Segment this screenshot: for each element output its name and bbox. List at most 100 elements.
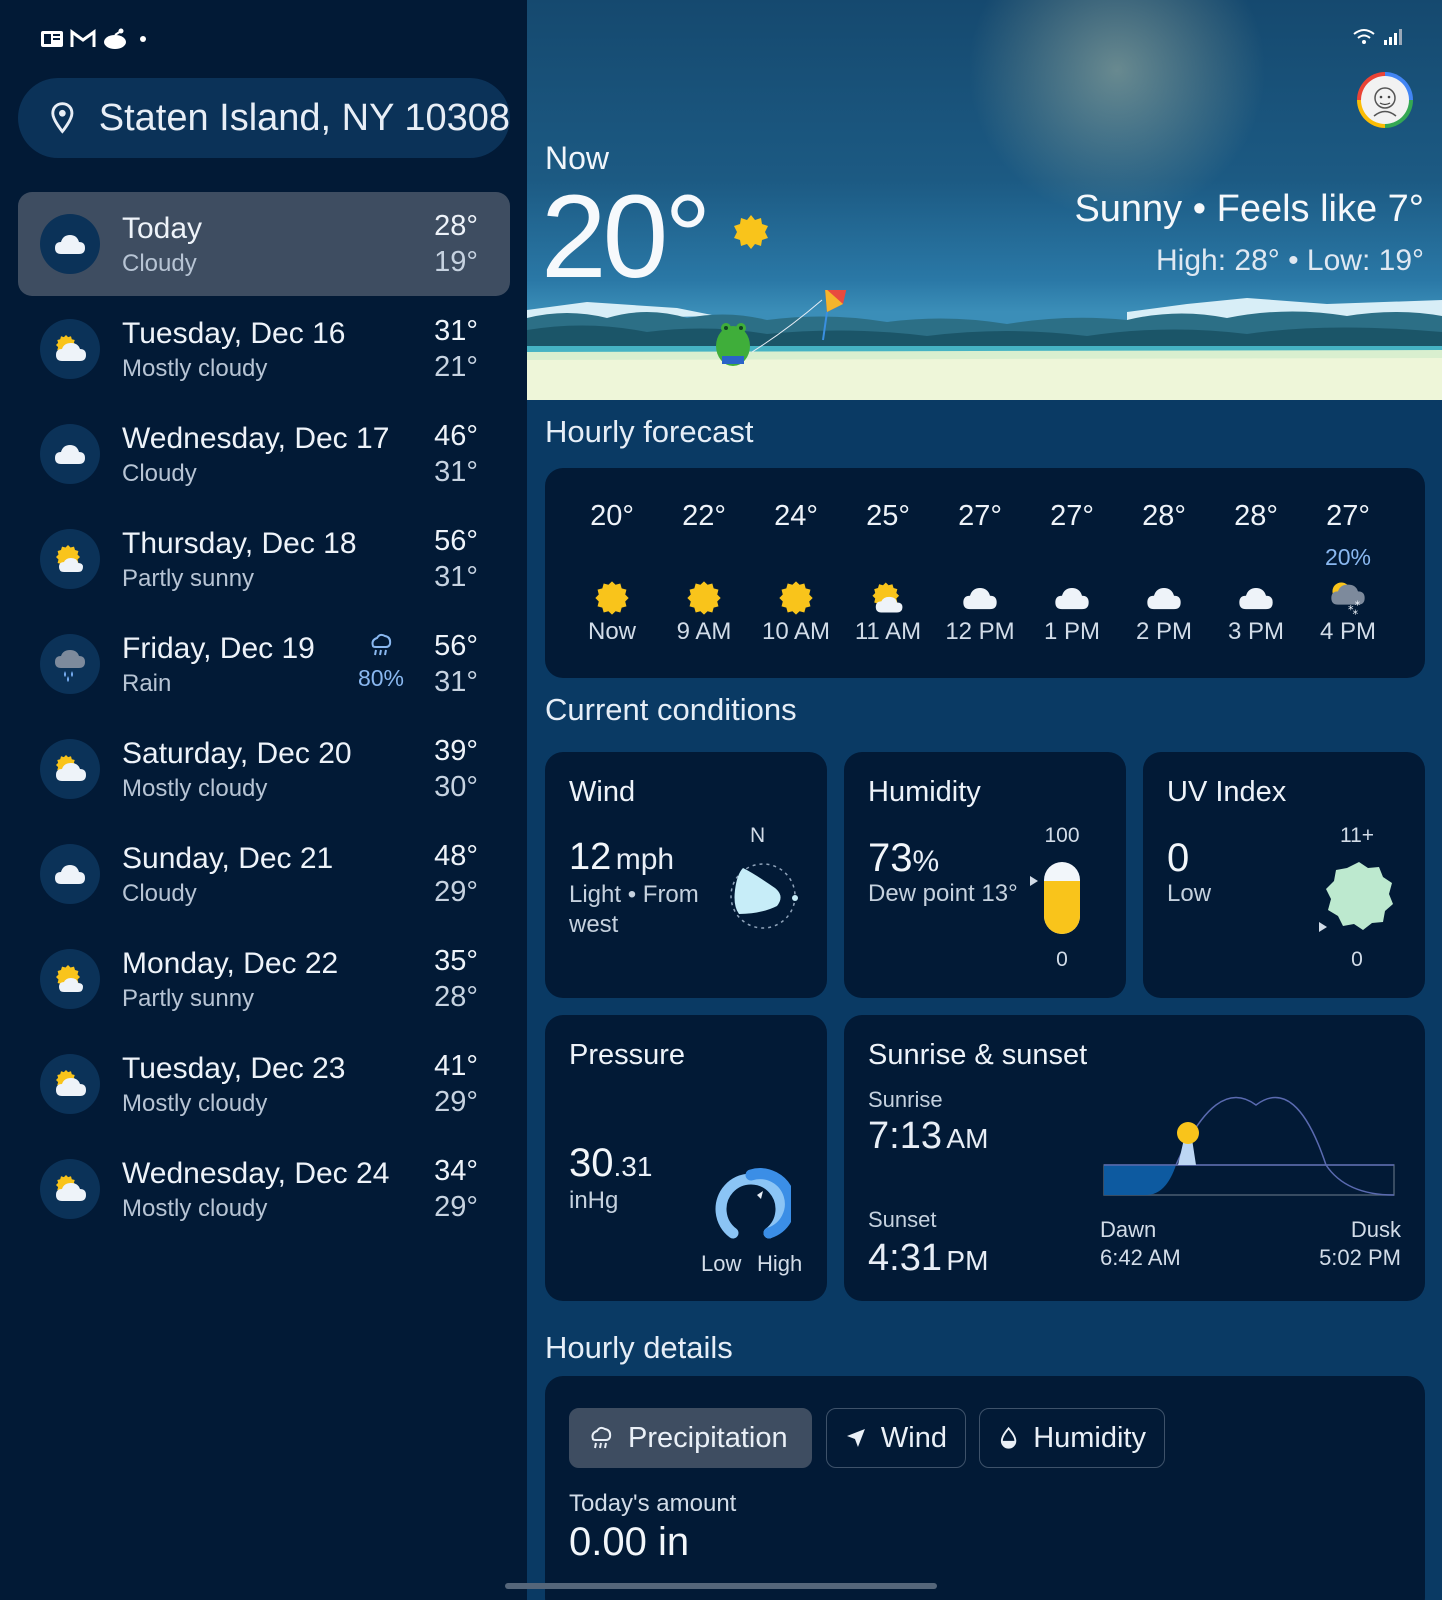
day-high: 46° (434, 420, 478, 452)
hourly-item[interactable]: 22° 9 AM (659, 468, 749, 678)
location-search-bar[interactable]: Staten Island, NY 10308 (18, 78, 510, 158)
system-status-right (1353, 28, 1403, 46)
day-low: 30° (434, 771, 478, 803)
hourly-time: 10 AM (761, 618, 831, 645)
hourly-item[interactable]: 27° 12 PM (935, 468, 1025, 678)
avatar-face-icon (1373, 87, 1397, 117)
sun-arc-chart (1103, 1096, 1395, 1196)
current-weather-hero: Now 20° Sunny • Feels like 7° High: 28° … (527, 0, 1442, 400)
uv-level: Low (1167, 880, 1212, 907)
hourly-item[interactable]: 24° 10 AM (751, 468, 841, 678)
navigation-arrow-icon (846, 1429, 865, 1447)
day-high: 39° (434, 735, 478, 767)
day-high: 56° (434, 630, 478, 662)
day-name: Saturday, Dec 20 (122, 737, 352, 770)
notification-dot-icon (140, 36, 146, 42)
wifi-icon (1353, 29, 1375, 44)
pressure-decimal: .31 (613, 1151, 653, 1182)
mostly-cloudy-icon (40, 1159, 100, 1219)
day-row[interactable]: Wednesday, Dec 17 Cloudy 46° 31° (18, 402, 510, 506)
day-row[interactable]: Sunday, Dec 21 Cloudy 48° 29° (18, 822, 510, 926)
day-condition: Cloudy (122, 460, 197, 487)
day-row[interactable]: Thursday, Dec 18 Partly sunny 56° 31° (18, 507, 510, 611)
humidity-min-label: 0 (1056, 948, 1068, 971)
compass-north-label: N (750, 824, 766, 847)
day-row[interactable]: Wednesday, Dec 24 Mostly cloudy 34° 29° (18, 1137, 510, 1241)
dawn-time: 6:42 AM (1100, 1245, 1181, 1270)
sun-glow (967, 0, 1267, 220)
hourly-details-card: Precipitation Wind Humidity Today's amou… (545, 1376, 1425, 1600)
day-condition: Cloudy (122, 250, 197, 277)
hourly-temp: 27° (1050, 500, 1094, 532)
day-low: 29° (434, 1191, 478, 1223)
hourly-temp: 25° (866, 500, 910, 532)
hourly-item[interactable]: 27° 1 PM (1027, 468, 1117, 678)
day-name: Wednesday, Dec 24 (122, 1157, 390, 1190)
wind-card[interactable]: Wind 12 mph Light • From west N (545, 752, 827, 998)
day-row[interactable]: Saturday, Dec 20 Mostly cloudy 39° 30° (18, 717, 510, 821)
hourly-time: 12 PM (945, 618, 1015, 645)
hourly-item[interactable]: 28° 3 PM (1211, 468, 1301, 678)
dusk-time: 5:02 PM (1319, 1245, 1401, 1270)
day-condition: Partly sunny (122, 985, 255, 1012)
hourly-temp: 24° (774, 500, 818, 532)
rain-icon (40, 634, 100, 694)
gmail-icon (70, 29, 96, 47)
sunrise-sunset-card[interactable]: Sunrise & sunset Sunrise 7:13 AM Sunset … (844, 1015, 1425, 1301)
account-avatar[interactable] (1357, 72, 1413, 128)
cloudy-icon (1236, 578, 1276, 618)
gesture-home-bar[interactable] (505, 1583, 937, 1589)
day-low: 21° (434, 351, 478, 383)
hourly-time: 1 PM (1043, 618, 1100, 645)
hourly-time: 3 PM (1227, 618, 1284, 645)
hourly-forecast-card[interactable]: 20° Now 22° 9 AM 24° 10 AM 25° 11 AM 27° 12 PM 27°… (545, 468, 1425, 678)
partly-sunny-icon (868, 578, 908, 618)
day-row[interactable]: Monday, Dec 22 Partly sunny 35° 28° (18, 927, 510, 1031)
day-precipitation: 80% (356, 632, 406, 692)
hourly-item[interactable]: 27° 20% * * * 4 PM (1303, 468, 1393, 678)
uv-index-card[interactable]: UV Index 0 Low 11+ 0 (1143, 752, 1425, 998)
day-condition: Rain (122, 670, 172, 697)
dusk-label: Dusk (1350, 1217, 1401, 1242)
hourly-temp: 20° (590, 500, 634, 532)
tab-wind[interactable]: Wind (826, 1408, 966, 1468)
high-low: High: 28° • Low: 19° (1156, 244, 1424, 277)
day-row[interactable]: Today Cloudy 28° 19° (18, 192, 510, 296)
day-row[interactable]: Friday, Dec 19 Rain 56° 31° 80% (18, 612, 510, 716)
uv-scale-icon (1326, 862, 1393, 930)
hourly-details-title: Hourly details (545, 1330, 733, 1365)
signal-icon (1384, 29, 1402, 45)
precip-chance: 80% (357, 665, 405, 691)
hourly-time: 9 AM (676, 618, 732, 645)
sunset-time: 4:31 (868, 1237, 942, 1279)
day-row[interactable]: Tuesday, Dec 16 Mostly cloudy 31° 21° (18, 297, 510, 401)
pressure-unit: inHg (569, 1187, 619, 1214)
todays-amount-value: 0.00 in (569, 1520, 690, 1564)
rain-chance-icon (368, 633, 394, 662)
current-conditions-title: Current conditions (545, 692, 797, 727)
hourly-item[interactable]: 28° 2 PM (1119, 468, 1209, 678)
tab-precipitation[interactable]: Precipitation (569, 1408, 812, 1468)
tab-humidity[interactable]: Humidity (979, 1408, 1165, 1468)
mostly-cloudy-icon (40, 739, 100, 799)
humidity-card[interactable]: Humidity 73% Dew point 13° 100 0 (844, 752, 1126, 998)
day-high: 41° (434, 1050, 478, 1082)
pressure-card[interactable]: Pressure 30.31 inHg Low High (545, 1015, 827, 1301)
left-pane: Staten Island, NY 10308 Today Cloudy 28° 19… (0, 0, 527, 1600)
todays-amount-label: Today's amount (569, 1490, 737, 1517)
day-condition: Cloudy (122, 880, 197, 907)
hourly-item[interactable]: 20° Now (567, 468, 657, 678)
wind-direction-icon (730, 863, 798, 929)
day-name: Tuesday, Dec 16 (122, 317, 346, 350)
pressure-value: 30 (569, 1141, 614, 1185)
wind-description: Light • From west (569, 881, 699, 938)
svg-text:*: * (1352, 608, 1358, 618)
hourly-item[interactable]: 25° 11 AM (843, 468, 933, 678)
cloudy-icon (1052, 578, 1092, 618)
hourly-precip-chance: 20% (1324, 544, 1372, 570)
day-name: Monday, Dec 22 (122, 947, 339, 980)
humidity-unit: % (912, 845, 940, 878)
day-row[interactable]: Tuesday, Dec 23 Mostly cloudy 41° 29° (18, 1032, 510, 1136)
hourly-time: Now (587, 618, 636, 645)
dew-point: Dew point 13° (868, 880, 1018, 907)
